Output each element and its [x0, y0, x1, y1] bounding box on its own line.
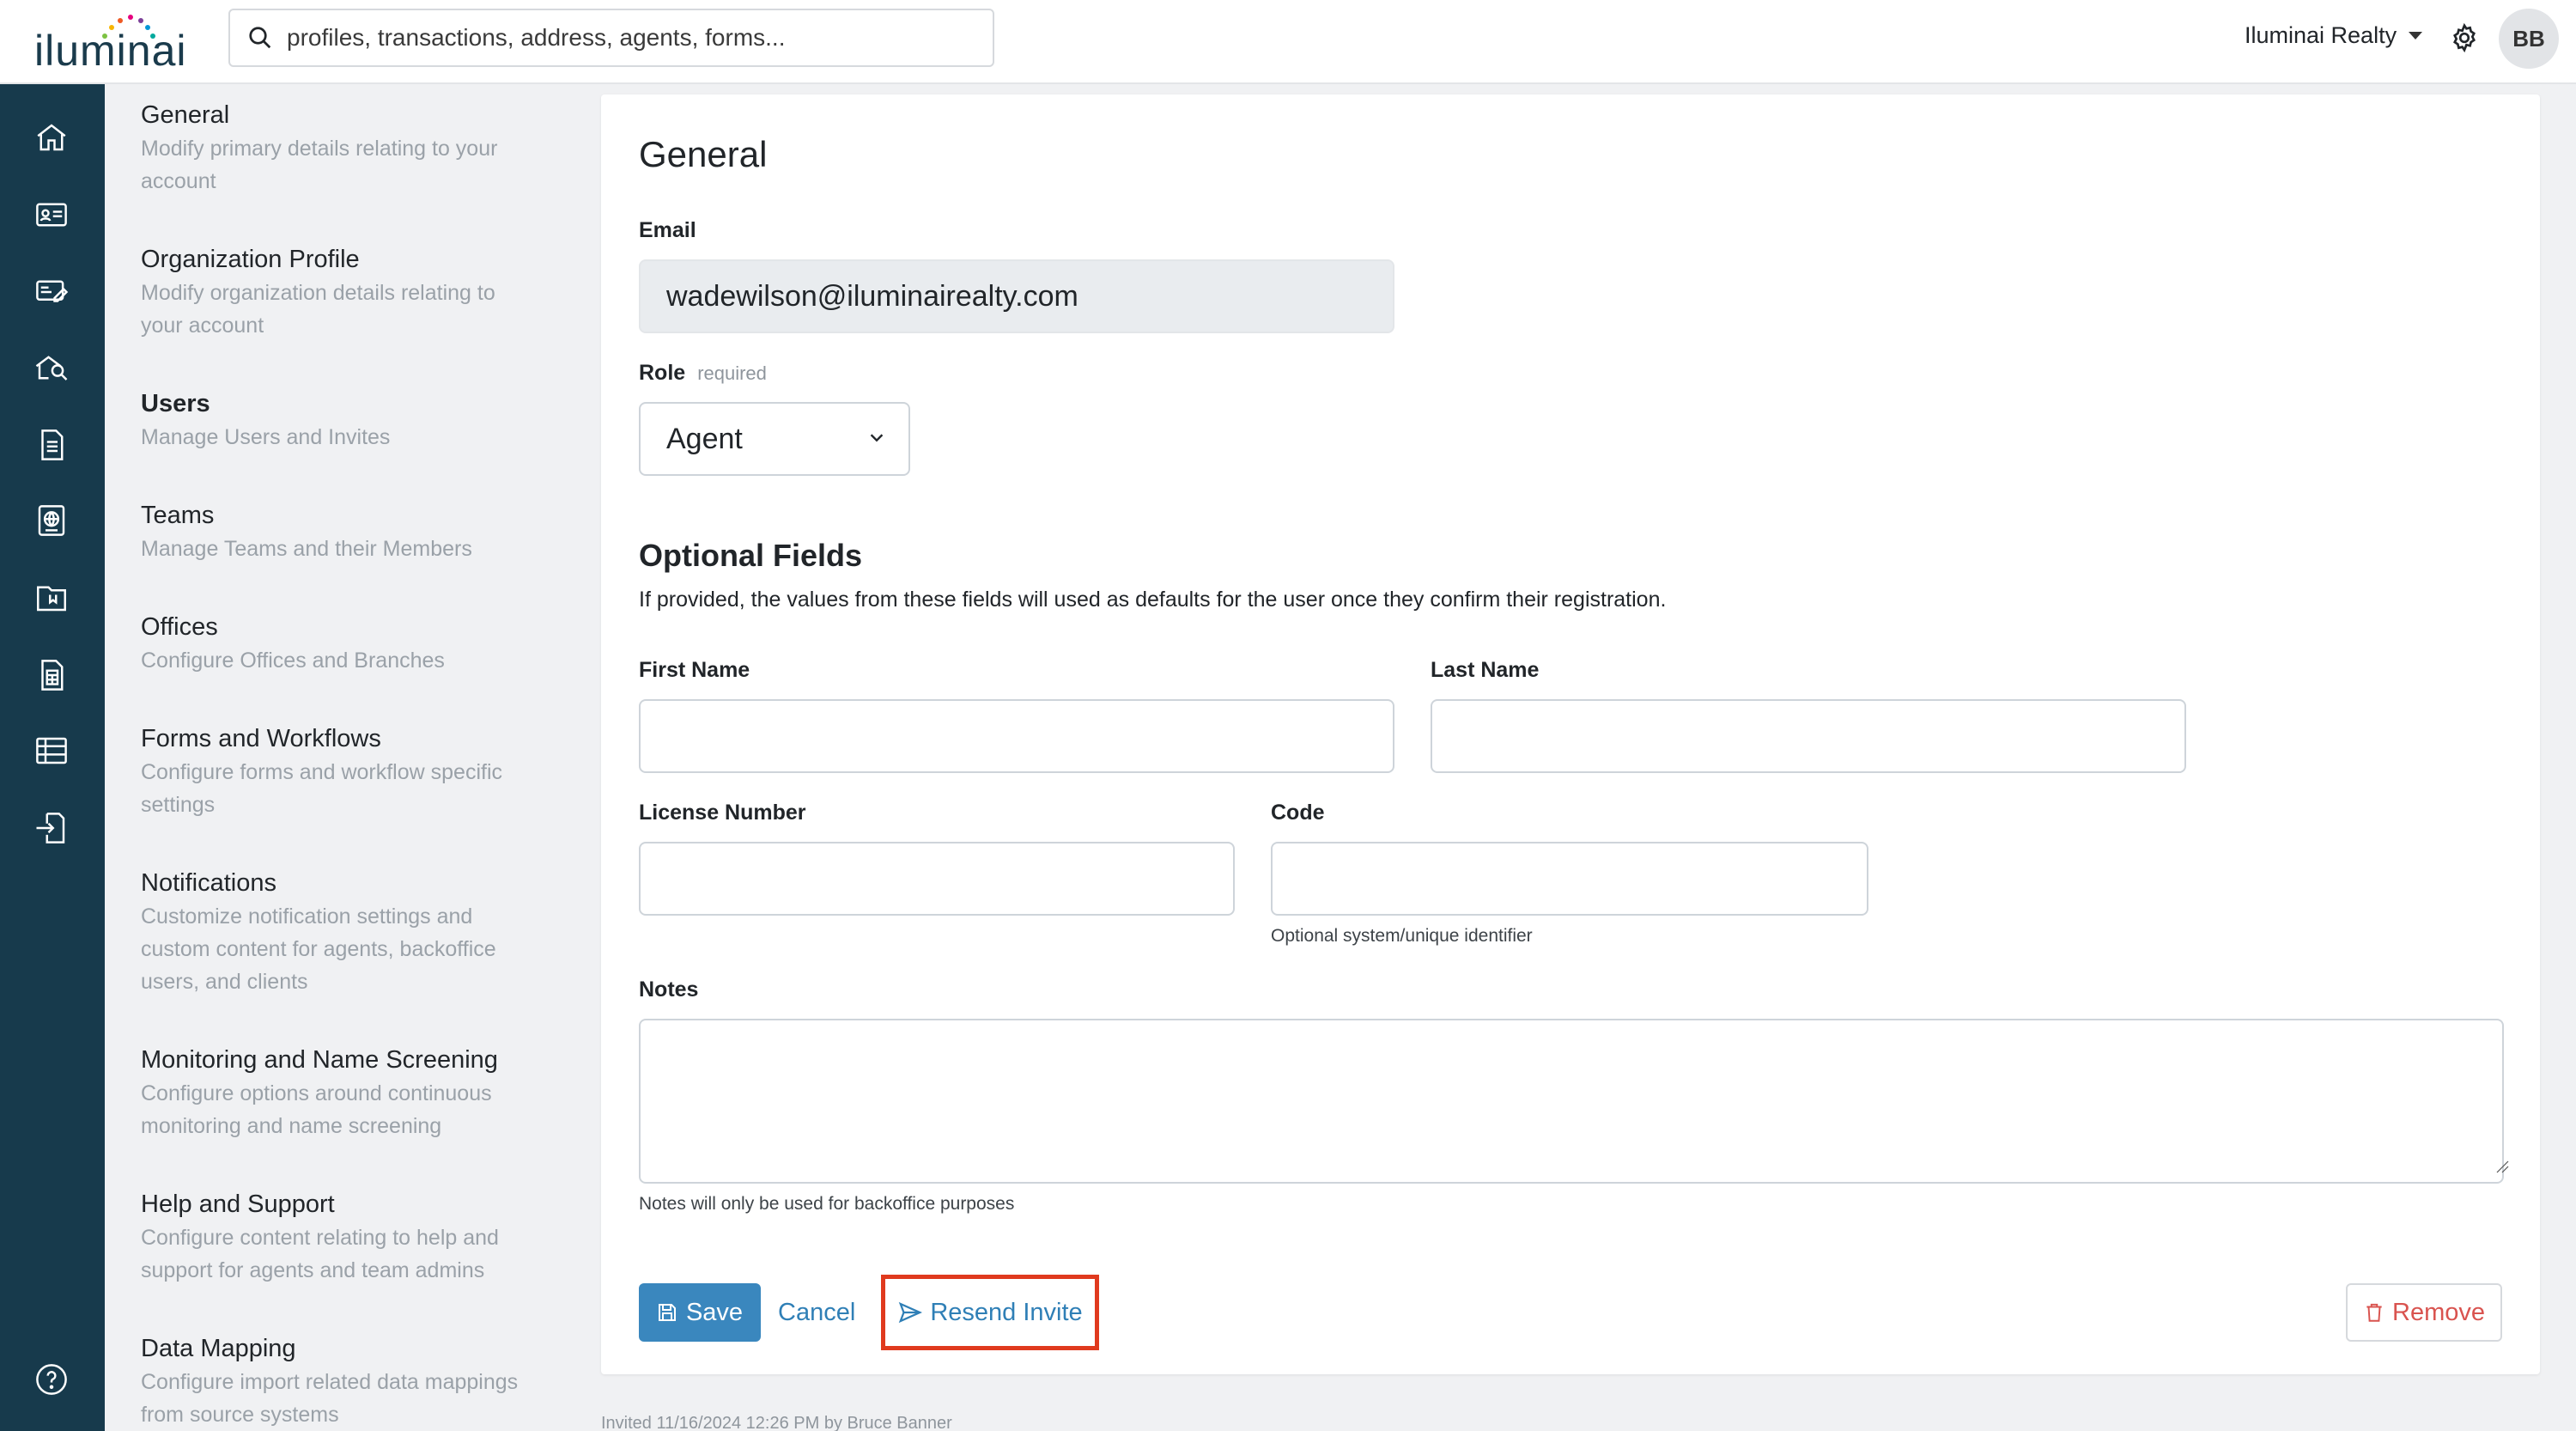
settings-nav: General Modify primary details relating …: [105, 84, 601, 1431]
top-bar: iluminai Iluminai Realty BB: [0, 0, 2576, 84]
settings-nav-notifications[interactable]: Notifications Customize notification set…: [141, 866, 570, 998]
resize-grip-icon[interactable]: [2495, 1160, 2509, 1173]
code-hint: Optional system/unique identifier: [1271, 926, 1533, 946]
code-label: Code: [1271, 801, 1325, 825]
caret-down-icon: [2409, 32, 2423, 40]
iluminai-logo[interactable]: iluminai: [34, 12, 189, 72]
license-number-field[interactable]: [639, 842, 1235, 916]
property-search-icon[interactable]: [31, 347, 72, 388]
save-button[interactable]: Save: [639, 1283, 761, 1342]
role-label-text: Role: [639, 361, 686, 385]
email-label: Email: [639, 218, 696, 242]
settings-nav-offices[interactable]: Offices Configure Offices and Branches: [141, 610, 570, 677]
user-avatar[interactable]: BB: [2499, 9, 2559, 69]
nav-desc: Manage Teams and their Members: [141, 537, 472, 561]
nav-desc: Manage Users and Invites: [141, 425, 391, 449]
globe-document-icon[interactable]: [31, 500, 72, 541]
optional-fields-description: If provided, the values from these field…: [639, 588, 1667, 612]
calculator-document-icon[interactable]: [31, 655, 72, 696]
nav-desc: monitoring and name screening: [141, 1114, 442, 1138]
transactions-icon[interactable]: [31, 271, 72, 313]
section-title: General: [639, 134, 768, 174]
settings-nav-general[interactable]: General Modify primary details relating …: [141, 98, 570, 198]
icon-sidebar: [0, 84, 105, 1431]
settings-nav-data-mapping[interactable]: Data Mapping Configure import related da…: [141, 1331, 570, 1431]
email-field: [639, 259, 1394, 333]
settings-nav-forms-and-workflows[interactable]: Forms and Workflows Configure forms and …: [141, 722, 570, 821]
nav-title: Offices: [141, 613, 218, 641]
nav-title: General: [141, 101, 230, 129]
first-name-field[interactable]: [639, 699, 1394, 773]
settings-nav-help-and-support[interactable]: Help and Support Configure content relat…: [141, 1187, 570, 1287]
cancel-button[interactable]: Cancel: [778, 1283, 855, 1342]
settings-nav-users[interactable]: Users Manage Users and Invites: [141, 387, 570, 454]
nav-desc: settings: [141, 793, 216, 817]
nav-desc: Customize notification settings and: [141, 904, 473, 929]
search-input[interactable]: [287, 24, 974, 52]
resend-invite-label: Resend Invite: [930, 1298, 1083, 1326]
settings-nav-organization-profile[interactable]: Organization Profile Modify organization…: [141, 242, 570, 342]
notes-hint: Notes will only be used for backoffice p…: [639, 1194, 1015, 1214]
invited-footnote: Invited 11/16/2024 12:26 PM by Bruce Ban…: [601, 1414, 952, 1431]
nav-desc: Configure Offices and Branches: [141, 649, 445, 673]
help-icon[interactable]: [31, 1359, 72, 1400]
nav-desc: Configure content relating to help and: [141, 1226, 499, 1250]
license-number-label: License Number: [639, 801, 806, 825]
resend-invite-button[interactable]: Resend Invite: [881, 1275, 1099, 1350]
organization-name: Iluminai Realty: [2245, 22, 2397, 48]
document-icon[interactable]: [31, 424, 72, 466]
contact-card-icon[interactable]: [31, 194, 72, 235]
nav-desc: custom content for agents, backoffice: [141, 937, 496, 961]
organization-dropdown[interactable]: Iluminai Realty: [2245, 22, 2423, 49]
avatar-initials: BB: [2512, 25, 2545, 52]
folder-icon[interactable]: [31, 577, 72, 618]
last-name-label: Last Name: [1431, 658, 1540, 682]
settings-nav-monitoring[interactable]: Monitoring and Name Screening Configure …: [141, 1043, 570, 1142]
role-value: Agent: [666, 422, 743, 455]
chevron-down-icon: [870, 434, 884, 442]
nav-title: Data Mapping: [141, 1335, 296, 1362]
logo-dots-icon: [102, 15, 155, 39]
global-search[interactable]: [228, 9, 994, 67]
notes-label: Notes: [639, 977, 699, 1002]
nav-title: Forms and Workflows: [141, 725, 381, 752]
nav-desc: your account: [141, 314, 264, 338]
nav-desc: support for agents and team admins: [141, 1258, 485, 1282]
required-hint: required: [697, 362, 767, 384]
send-icon: [899, 1301, 923, 1324]
nav-desc: users, and clients: [141, 970, 308, 994]
nav-title: Monitoring and Name Screening: [141, 1046, 498, 1074]
role-label: Role required: [639, 361, 767, 386]
import-icon[interactable]: [31, 807, 72, 849]
notes-textarea[interactable]: [639, 1019, 2504, 1184]
first-name-label: First Name: [639, 658, 750, 682]
save-label: Save: [685, 1298, 744, 1326]
remove-label: Remove: [2392, 1298, 2485, 1326]
nav-title: Teams: [141, 502, 215, 529]
table-icon[interactable]: [31, 730, 72, 771]
last-name-field[interactable]: [1431, 699, 2186, 773]
nav-title: Notifications: [141, 869, 276, 897]
nav-desc: Configure import related data mappings: [141, 1370, 519, 1394]
settings-nav-teams[interactable]: Teams Manage Teams and their Members: [141, 498, 570, 565]
code-field[interactable]: [1271, 842, 1868, 916]
nav-desc: account: [141, 169, 216, 193]
nav-desc: from source systems: [141, 1403, 339, 1427]
role-select[interactable]: Agent: [639, 402, 910, 476]
nav-desc: Modify organization details relating to: [141, 281, 495, 305]
nav-desc: Configure options around continuous: [141, 1081, 492, 1105]
nav-title: Users: [141, 390, 210, 417]
nav-desc: Modify primary details relating to your: [141, 137, 498, 161]
user-edit-card: General Email Role required Agent Optiona…: [601, 94, 2540, 1374]
nav-title: Organization Profile: [141, 246, 360, 273]
search-icon: [249, 27, 271, 49]
save-icon: [658, 1304, 676, 1321]
remove-button[interactable]: Remove: [2346, 1283, 2502, 1342]
gear-icon[interactable]: [2449, 22, 2480, 53]
nav-desc: Configure forms and workflow specific: [141, 760, 502, 784]
optional-fields-title: Optional Fields: [639, 538, 863, 573]
home-icon[interactable]: [31, 117, 72, 158]
nav-title: Help and Support: [141, 1190, 335, 1218]
trash-icon: [2366, 1303, 2382, 1322]
